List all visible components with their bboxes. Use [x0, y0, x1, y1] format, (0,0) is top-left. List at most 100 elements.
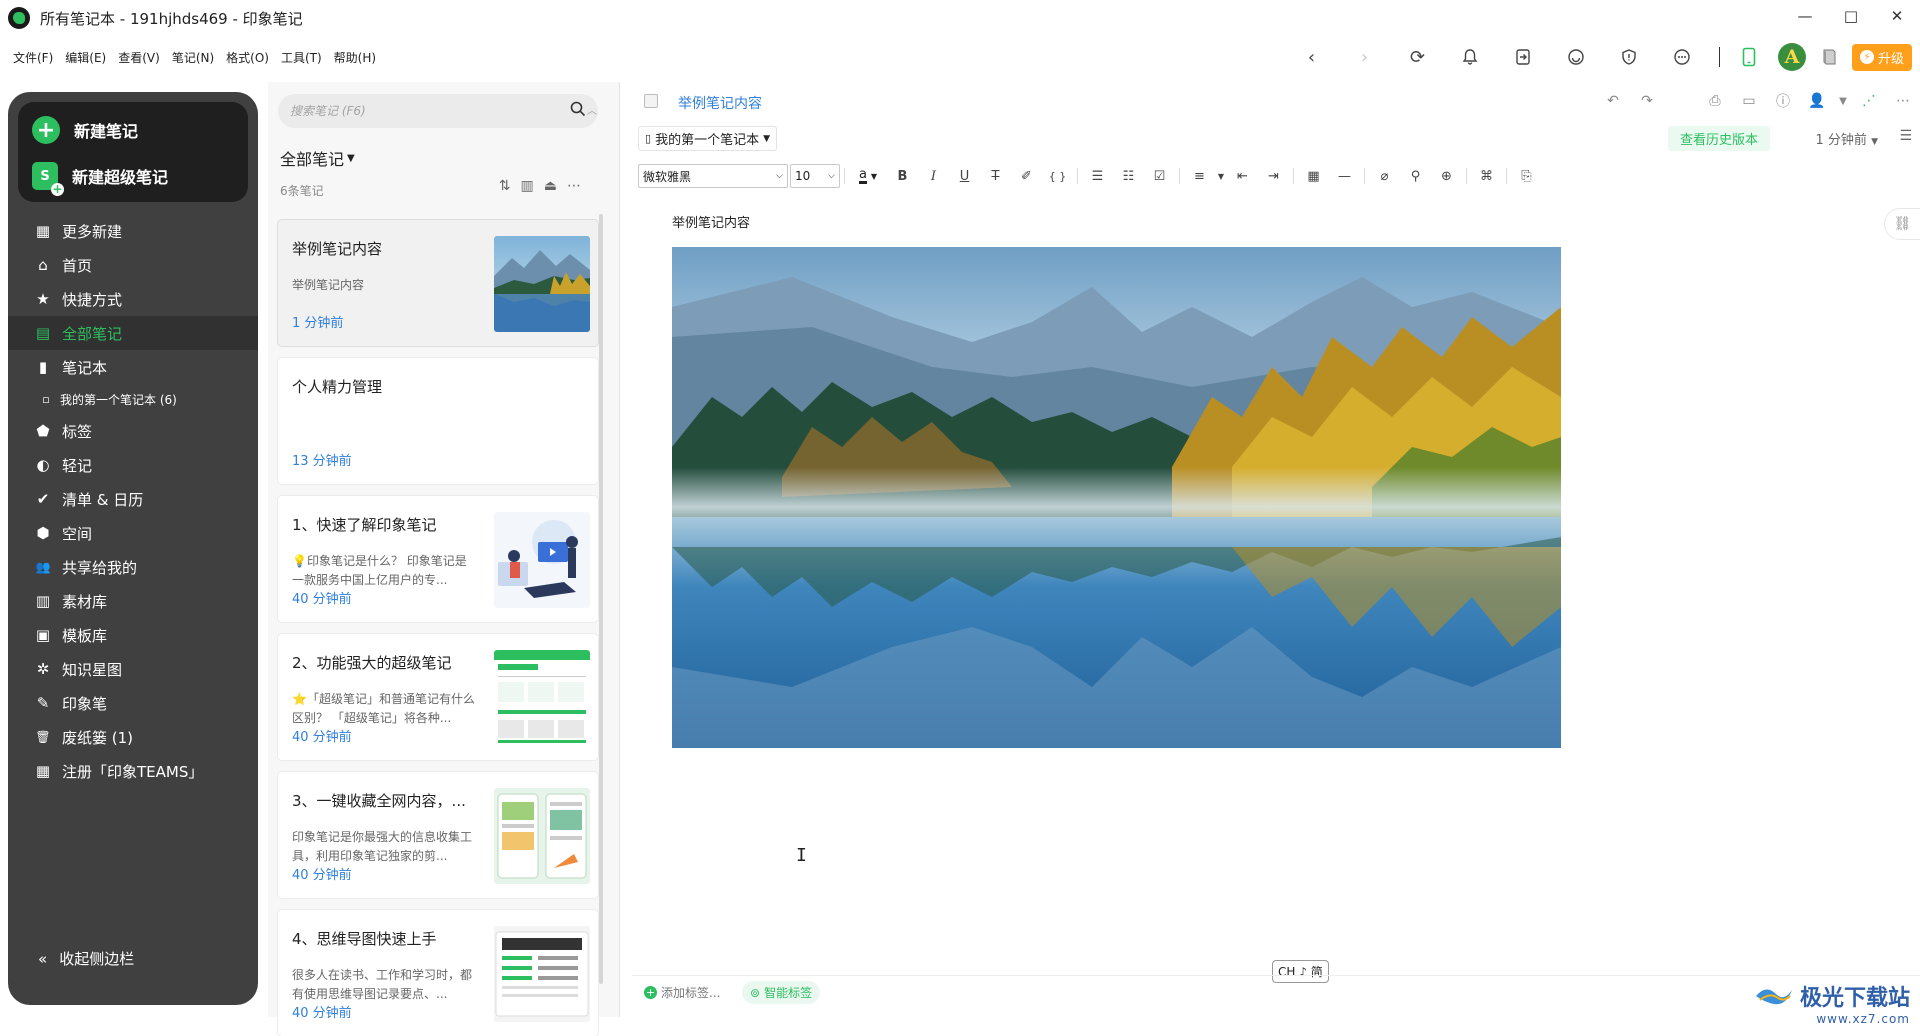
view-layout-icon[interactable]: ▥ [521, 178, 534, 194]
outline-icon[interactable]: ☰ [1899, 128, 1912, 144]
sidebar-item-spaces[interactable]: ⬢ 空间 [8, 516, 258, 550]
notebook-selector[interactable]: ▯ 我的第一个笔记本 ▼ [638, 126, 777, 151]
present-icon[interactable]: ▭ [1732, 90, 1766, 112]
align-icon[interactable]: ≡ [1184, 164, 1215, 188]
chevron-down-icon[interactable]: ▼ [1834, 90, 1852, 112]
note-card[interactable]: 2、功能强大的超级笔记 ⭐「超级笔记」和普通笔记有什么区别？ 「超级笔记」将各种… [278, 634, 598, 760]
sidebar-item-shared[interactable]: 👥 共享给我的 [8, 550, 258, 584]
underline-button[interactable]: U [949, 164, 980, 188]
sort-icon[interactable]: ⇅ [499, 178, 511, 194]
menu-format[interactable]: 格式(O) [226, 49, 269, 66]
checkbox-list-icon[interactable]: ☑ [1144, 164, 1175, 188]
collaborate-icon[interactable]: 👤 [1800, 90, 1834, 112]
forward-arrow-icon[interactable]: › [1338, 42, 1391, 72]
code-icon[interactable]: { } [1042, 164, 1073, 188]
horizontal-rule-icon[interactable]: — [1329, 164, 1360, 188]
sidebar-item-templates[interactable]: ▣ 模板库 [8, 618, 258, 652]
sync-icon[interactable]: ⟳ [1391, 42, 1444, 72]
note-card[interactable]: 举例笔记内容 举例笔记内容 1 分钟前 [278, 220, 598, 346]
search-icon[interactable] [570, 101, 586, 121]
note-list-scrollbar[interactable] [599, 214, 603, 984]
attachment-icon[interactable]: ⌀ [1369, 164, 1400, 188]
outdent-icon[interactable]: ⇤ [1227, 164, 1258, 188]
sidebar-item-pen[interactable]: ✎ 印象笔 [8, 686, 258, 720]
edit-time-dropdown[interactable]: 1 分钟前 ▼ [1816, 129, 1878, 148]
print-icon[interactable]: ⎙ [1698, 90, 1732, 112]
link-icon[interactable]: ⛓ [1884, 208, 1920, 240]
font-family-select[interactable]: 微软雅黑 ⌵ [638, 164, 788, 188]
indent-icon[interactable]: ⇥ [1258, 164, 1289, 188]
strikethrough-button[interactable]: T [980, 164, 1011, 188]
menu-help[interactable]: 帮助(H) [334, 49, 376, 66]
italic-button[interactable]: I [918, 164, 949, 188]
table-icon[interactable]: ▦ [1298, 164, 1329, 188]
menu-edit[interactable]: 编辑(E) [65, 49, 106, 66]
new-super-note-button[interactable]: S 新建超级笔记 [32, 162, 168, 196]
note-body-text[interactable]: 举例笔记内容 [672, 212, 750, 231]
note-list-title[interactable]: 全部笔记 ▼ [280, 146, 355, 170]
mobile-phone-icon[interactable] [1730, 47, 1768, 67]
add-tag-button[interactable]: + 添加标签... [644, 984, 720, 1001]
font-size-select[interactable]: 10 ⌵ [790, 164, 840, 188]
menu-note[interactable]: 笔记(N) [172, 49, 214, 66]
more-icon[interactable]: ⋯ [1886, 90, 1920, 112]
stamp-icon[interactable]: ⚲ [1400, 164, 1431, 188]
sidebar-item-checklist-calendar[interactable]: ✔ 清单 & 日历 [8, 482, 258, 516]
bullet-list-icon[interactable]: ☰ [1082, 164, 1113, 188]
sidebar-item-knowledge-graph[interactable]: ✲ 知识星图 [8, 652, 258, 686]
reminder-icon[interactable]: ⏏ [544, 178, 557, 194]
upgrade-button[interactable]: ⚡ 升级 [1851, 43, 1912, 71]
note-card[interactable]: 3、一键收藏全网内容，... 印象笔记是你最强大的信息收集工具，利用印象笔记独家… [278, 772, 598, 898]
avatar[interactable]: A [1777, 43, 1806, 71]
view-history-button[interactable]: 查看历史版本 [1667, 126, 1770, 151]
shield-icon[interactable] [1603, 42, 1656, 72]
search-input[interactable] [290, 100, 550, 122]
menu-view[interactable]: 查看(V) [118, 49, 160, 66]
more-options-icon[interactable]: ⋯ [567, 178, 581, 194]
sidebar-item-shortcuts[interactable]: ★ 快捷方式 [8, 282, 258, 316]
back-arrow-icon[interactable]: ‹ [1285, 42, 1338, 72]
note-card[interactable]: 1、快速了解印象笔记 💡印象笔记是什么？ 印象笔记是一款服务中国上亿用户的专..… [278, 496, 598, 622]
sidebar-item-quick-note[interactable]: ◐ 轻记 [8, 448, 258, 482]
notebook-book-icon[interactable] [1816, 48, 1842, 66]
smile-icon[interactable] [1550, 42, 1603, 72]
info-icon[interactable]: ⓘ [1766, 90, 1800, 112]
undo-icon[interactable]: ↶ [1596, 90, 1630, 112]
sidebar-item-home[interactable]: ⌂ 首页 [8, 248, 258, 282]
maximize-button[interactable]: □ [1828, 0, 1874, 32]
menu-file[interactable]: 文件(F) [13, 49, 53, 66]
sidebar-item-all-notes[interactable]: ▤ 全部笔记 [8, 316, 258, 350]
sidebar-item-more-new[interactable]: ▦ 更多新建 [8, 214, 258, 248]
note-landscape-image[interactable] [672, 247, 1561, 748]
sidebar-item-tags[interactable]: ⬟ 标签 [8, 414, 258, 448]
sidebar-item-trash[interactable]: 🗑 废纸篓 (1) [8, 720, 258, 754]
new-note-button[interactable]: + 新建笔记 [32, 116, 138, 144]
note-card[interactable]: 4、思维导图快速上手 很多人在读书、工作和学习时，都有使用思维导图记录要点、..… [278, 910, 598, 1036]
more-icon[interactable] [1656, 42, 1709, 72]
text-color-button[interactable]: a ▼ [849, 168, 887, 184]
sidebar-item-teams[interactable]: ▦ 注册「印象TEAMS」 [8, 754, 258, 788]
sidebar-item-library[interactable]: ▥ 素材库 [8, 584, 258, 618]
bell-icon[interactable] [1444, 42, 1497, 72]
smart-tag-button[interactable]: ⊚ 智能标签 [742, 981, 821, 1004]
import-icon[interactable] [1497, 42, 1550, 72]
minimize-button[interactable]: — [1782, 0, 1828, 32]
collapse-sidebar-button[interactable]: « 收起侧边栏 [38, 948, 134, 969]
share-icon[interactable]: ⋰ [1852, 90, 1886, 112]
breadcrumb[interactable]: 举例笔记内容 [678, 93, 762, 113]
numbered-list-icon[interactable]: ☷ [1113, 164, 1144, 188]
sidebar-item-first-notebook[interactable]: ▫ 我的第一个笔记本 (6) [8, 384, 258, 414]
expand-editor-icon[interactable] [644, 94, 658, 108]
ime-indicator[interactable]: CH ♪ 简 [1272, 960, 1329, 983]
highlight-icon[interactable]: ✐ [1011, 164, 1042, 188]
bold-button[interactable]: B [887, 164, 918, 188]
insert-more-icon[interactable]: ⊕ [1431, 164, 1462, 188]
format-painter-icon[interactable]: ⎘ [1511, 164, 1542, 188]
chevron-up-icon[interactable]: ︿ [587, 102, 597, 117]
redo-icon[interactable]: ↷ [1630, 90, 1664, 112]
close-button[interactable]: ✕ [1874, 0, 1920, 32]
command-icon[interactable]: ⌘ [1471, 164, 1502, 188]
sidebar-item-notebooks[interactable]: ▮ 笔记本 [8, 350, 258, 384]
note-card[interactable]: 个人精力管理 13 分钟前 [278, 358, 598, 484]
caret-down-icon[interactable]: ▼ [1215, 164, 1227, 188]
